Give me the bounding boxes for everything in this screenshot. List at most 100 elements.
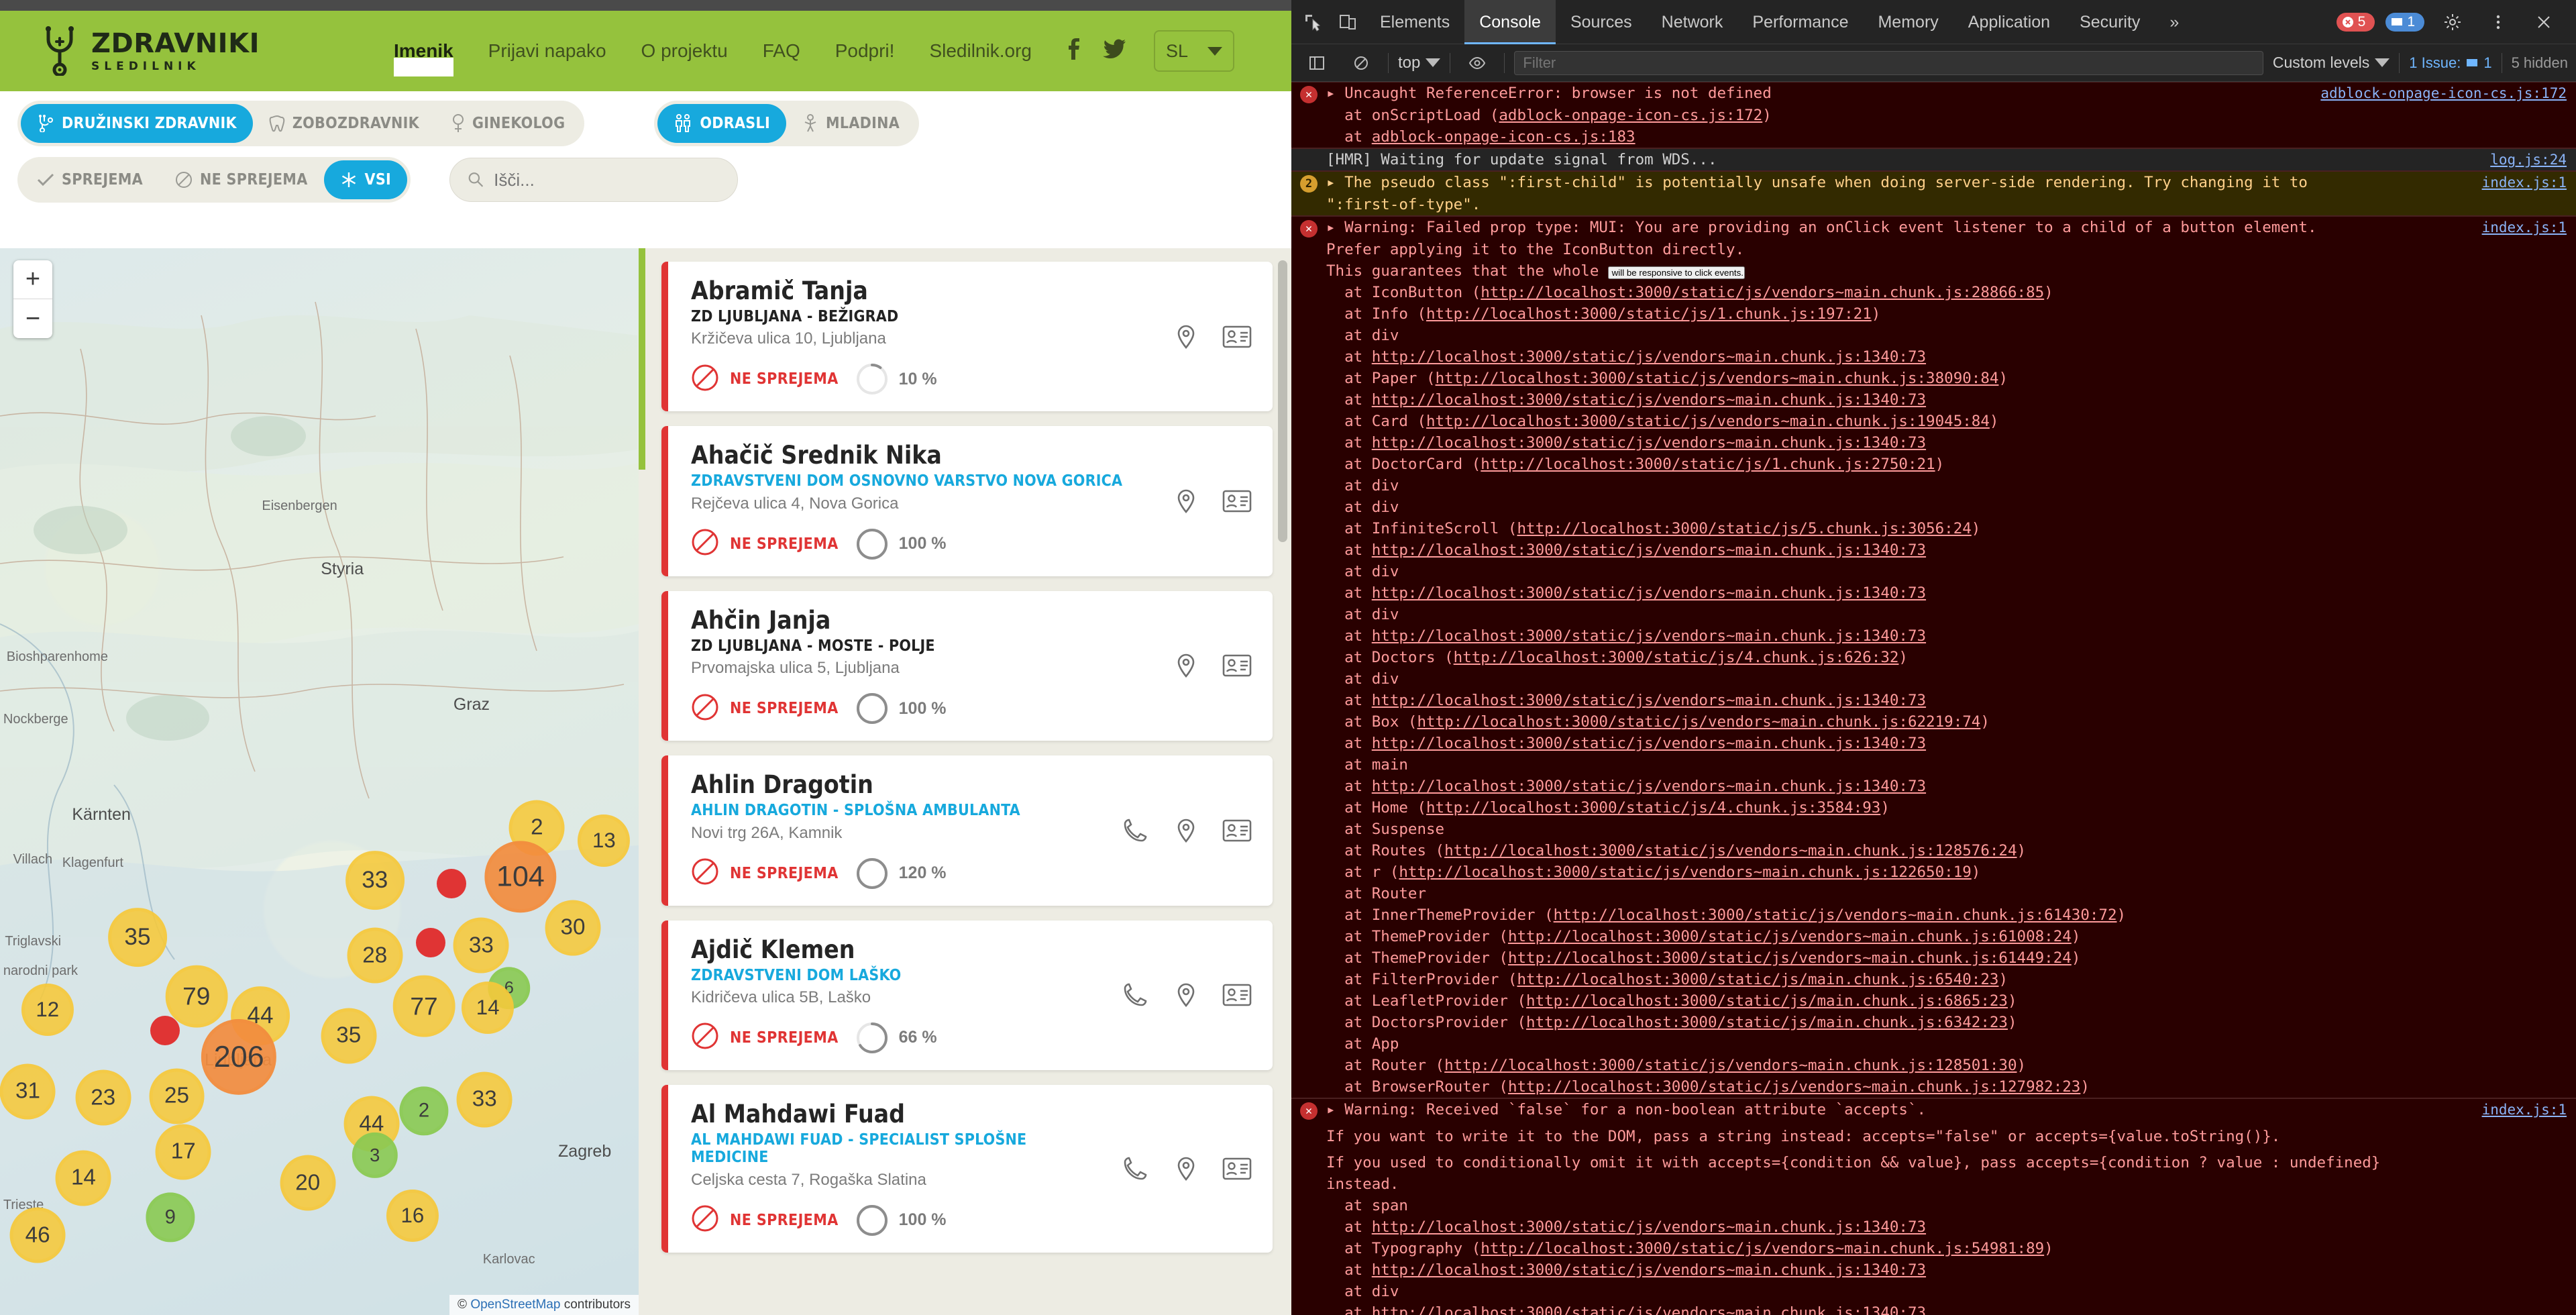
- info-count-badge[interactable]: 1: [2385, 12, 2424, 32]
- tab-elements[interactable]: Elements: [1365, 0, 1464, 44]
- console-source-link[interactable]: index.js:1: [2469, 173, 2567, 193]
- map-cluster-marker[interactable]: 9: [146, 1192, 195, 1243]
- source-link[interactable]: http://localhost:3000/static/js/vendors~…: [1372, 735, 1926, 752]
- map-cluster-marker[interactable]: 33: [345, 850, 405, 910]
- doctor-institution[interactable]: ZDRAVSTVENI DOM OSNOVNO VARSTVO NOVA GOR…: [691, 472, 1155, 490]
- search-box[interactable]: [449, 158, 739, 202]
- more-options-icon[interactable]: [2481, 5, 2516, 40]
- doctor-card[interactable]: Abramič Tanja ZD LJUBLJANA - BEŽIGRAD Krži…: [661, 262, 1273, 412]
- eye-icon[interactable]: [1460, 46, 1495, 81]
- phone-icon[interactable]: [1117, 812, 1153, 849]
- doctor-institution[interactable]: AHLIN DRAGOTIN - SPLOŠNA AMBULANTA: [691, 802, 1104, 819]
- nav-item-podpri[interactable]: Podpri!: [835, 40, 895, 62]
- source-link[interactable]: http://localhost:3000/static/js/5.chunk.…: [1517, 520, 1971, 537]
- source-link[interactable]: http://localhost:3000/static/js/vendors~…: [1554, 906, 2117, 924]
- tab-overflow-button[interactable]: »: [2155, 0, 2194, 44]
- source-link[interactable]: http://localhost:3000/static/js/vendors~…: [1372, 778, 1926, 795]
- source-link[interactable]: http://localhost:3000/static/js/main.chu…: [1526, 992, 2008, 1010]
- map-cluster-marker[interactable]: 28: [347, 927, 403, 984]
- id-card-icon[interactable]: [1219, 647, 1255, 684]
- id-card-icon[interactable]: [1219, 812, 1255, 849]
- tab-network[interactable]: Network: [1647, 0, 1738, 44]
- source-link[interactable]: http://localhost:3000/static/js/vendors~…: [1372, 434, 1926, 452]
- language-selector[interactable]: SL: [1153, 30, 1234, 72]
- nav-item-o-projektu[interactable]: O projektu: [641, 40, 728, 62]
- source-link[interactable]: http://localhost:3000/static/js/vendors~…: [1399, 863, 1971, 881]
- console-sidebar-icon[interactable]: [1299, 46, 1334, 81]
- console-source-link[interactable]: log.js:24: [2477, 150, 2567, 169]
- source-link[interactable]: http://localhost:3000/static/js/vendors~…: [1372, 1261, 1926, 1279]
- map-cluster-marker[interactable]: 206: [201, 1019, 277, 1095]
- map-cluster-marker[interactable]: 79: [165, 965, 228, 1028]
- source-link[interactable]: http://localhost:3000/static/js/1.chunk.…: [1481, 456, 1935, 473]
- map-cluster-marker[interactable]: 16: [386, 1189, 439, 1243]
- map-cluster-marker[interactable]: 2: [399, 1086, 449, 1136]
- map-cluster-marker[interactable]: 31: [0, 1063, 56, 1120]
- doctor-card[interactable]: Ahčin Janja ZD LJUBLJANA - MOSTE - POLJE P…: [661, 590, 1273, 741]
- map-cluster-marker[interactable]: 14: [55, 1150, 111, 1206]
- doctor-card[interactable]: Ahačič Srednik Nika ZDRAVSTVENI DOM OSNOV…: [661, 426, 1273, 576]
- source-link[interactable]: http://localhost:3000/static/js/vendors~…: [1372, 1304, 1926, 1315]
- source-link[interactable]: http://localhost:3000/static/js/4.chunk.…: [1454, 649, 1899, 666]
- console-source-link[interactable]: index.js:1: [2469, 1100, 2567, 1120]
- console-message[interactable]: 2 ▸ The pseudo class ":first-child" is po…: [1291, 171, 2576, 216]
- id-card-icon[interactable]: [1219, 319, 1255, 355]
- map-pin-icon[interactable]: [1168, 647, 1204, 684]
- twitter-icon[interactable]: [1102, 39, 1126, 63]
- zoom-in-button[interactable]: +: [13, 260, 52, 299]
- map-cluster-marker[interactable]: 23: [75, 1069, 131, 1126]
- filter-vsi[interactable]: VSI: [323, 160, 408, 199]
- map-location-pin[interactable]: [437, 868, 467, 898]
- hidden-messages-count[interactable]: 5 hidden: [2512, 54, 2568, 72]
- source-link[interactable]: http://localhost:3000/static/js/1.chunk.…: [1426, 305, 1872, 323]
- id-card-icon[interactable]: [1219, 977, 1255, 1013]
- phone-icon[interactable]: [1117, 1151, 1153, 1187]
- source-link[interactable]: http://localhost:3000/static/js/vendors~…: [1508, 949, 2072, 967]
- console-message[interactable]: [HMR] Waiting for update signal from WDS…: [1291, 148, 2576, 171]
- source-link[interactable]: http://localhost:3000/static/js/vendors~…: [1372, 391, 1926, 409]
- nav-item-sledilnik-org[interactable]: Sledilnik.org: [929, 40, 1032, 62]
- execution-context-selector[interactable]: top: [1398, 54, 1441, 72]
- map-cluster-marker[interactable]: 25: [149, 1068, 205, 1124]
- issues-badge[interactable]: 1 Issue: 1: [2409, 54, 2491, 72]
- search-input[interactable]: [494, 169, 720, 191]
- filter-ginekolog[interactable]: GINEKOLOG: [435, 104, 581, 143]
- doctor-list-panel[interactable]: Abramič Tanja ZD LJUBLJANA - BEŽIGRAD Krži…: [639, 248, 1291, 1315]
- tab-console[interactable]: Console: [1464, 0, 1556, 44]
- openstreetmap-link[interactable]: OpenStreetMap: [470, 1298, 560, 1312]
- source-link[interactable]: http://localhost:3000/static/js/main.chu…: [1517, 971, 1998, 988]
- source-link[interactable]: http://localhost:3000/static/js/vendors~…: [1372, 627, 1926, 645]
- source-link[interactable]: http://localhost:3000/static/js/vendors~…: [1444, 1057, 2017, 1074]
- map-location-pin[interactable]: [150, 1016, 180, 1046]
- map-cluster-marker[interactable]: 35: [108, 908, 167, 967]
- map-location-pin[interactable]: [415, 927, 445, 957]
- source-link[interactable]: http://localhost:3000/static/js/vendors~…: [1372, 692, 1926, 709]
- source-link[interactable]: http://localhost:3000/static/js/vendors~…: [1436, 370, 1999, 387]
- source-link[interactable]: http://localhost:3000/static/js/main.chu…: [1526, 1014, 2008, 1031]
- filter-zobozdravnik[interactable]: ZOBOZDRAVNIK: [253, 104, 435, 143]
- source-link[interactable]: http://localhost:3000/static/js/vendors~…: [1426, 413, 1990, 430]
- site-logo[interactable]: ZDRAVNIKI SLEDILNIK: [40, 26, 260, 77]
- source-link[interactable]: http://localhost:3000/static/js/vendors~…: [1372, 584, 1926, 602]
- map-cluster-marker[interactable]: 35: [321, 1008, 377, 1064]
- source-link[interactable]: adblock-onpage-icon-cs.js:183: [1372, 128, 1635, 146]
- map-pin-icon[interactable]: [1168, 483, 1204, 519]
- source-link[interactable]: http://localhost:3000/static/js/vendors~…: [1417, 713, 1980, 731]
- doctor-institution[interactable]: AL MAHDAWI FUAD - SPECIALIST SPLOŠNE MED…: [691, 1131, 1104, 1167]
- filter-odrasli[interactable]: ODRASLI: [657, 104, 786, 143]
- tab-application[interactable]: Application: [1953, 0, 2065, 44]
- map-cluster-marker[interactable]: 13: [578, 814, 631, 867]
- source-link[interactable]: http://localhost:3000/static/js/vendors~…: [1508, 1078, 2080, 1096]
- console-message[interactable]: ✕ ▸ Uncaught ReferenceError: browser is n…: [1291, 82, 2576, 148]
- map-pin-icon[interactable]: [1168, 319, 1204, 355]
- map-cluster-marker[interactable]: 33: [453, 917, 509, 974]
- log-level-selector[interactable]: Custom levels: [2273, 54, 2390, 72]
- doctor-card[interactable]: Ajdič Klemen ZDRAVSTVENI DOM LAŠKO Kidriče…: [661, 920, 1273, 1070]
- id-card-icon[interactable]: [1219, 1151, 1255, 1187]
- nav-item-prijavi-napako[interactable]: Prijavi napako: [488, 40, 606, 62]
- source-link[interactable]: http://localhost:3000/static/js/vendors~…: [1372, 348, 1926, 366]
- filter-druzinski-zdravnik[interactable]: DRUŽINSKI ZDRAVNIK: [21, 104, 253, 143]
- console-filter-input[interactable]: [1523, 54, 2255, 72]
- tab-memory[interactable]: Memory: [1863, 0, 1953, 44]
- inspect-element-icon[interactable]: [1295, 5, 1330, 40]
